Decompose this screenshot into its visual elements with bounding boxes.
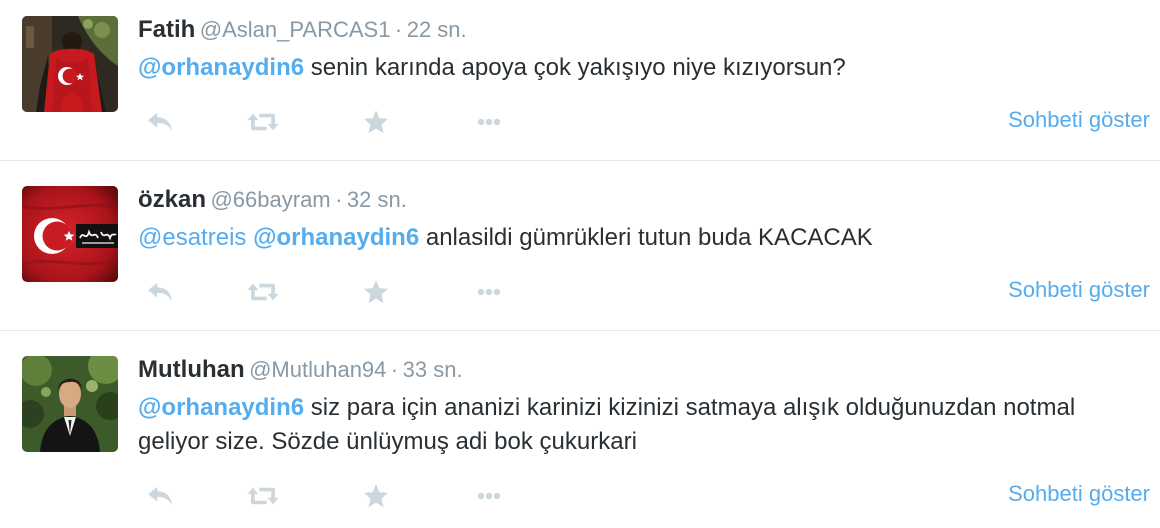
retweet-icon[interactable] <box>244 107 282 137</box>
more-icon-glyph <box>477 492 501 500</box>
retweet-icon-glyph <box>247 283 279 301</box>
more-icon-glyph <box>477 288 501 296</box>
timestamp[interactable]: 32 sn. <box>347 187 407 212</box>
user-fullname[interactable]: Fatih <box>138 16 195 43</box>
more-icon[interactable] <box>474 277 504 307</box>
user-handle[interactable]: @66bayram <box>210 187 330 212</box>
reply-icon-glyph <box>148 282 172 302</box>
show-conversation-link[interactable]: Sohbeti göster <box>1008 481 1150 507</box>
separator: · <box>394 17 403 42</box>
timestamp[interactable]: 22 sn. <box>407 17 467 42</box>
tweet-actions: Sohbeti göster <box>138 107 1150 137</box>
favorite-icon[interactable] <box>361 277 391 307</box>
tweet-body: anlasildi gümrükleri tutun buda KACACAK <box>425 224 873 251</box>
reply-icon[interactable] <box>145 277 175 307</box>
star-icon-glyph <box>364 280 388 304</box>
more-icon[interactable] <box>474 481 504 511</box>
more-icon-glyph <box>477 118 501 126</box>
mention-link[interactable]: @esatreis <box>138 224 246 251</box>
favorite-icon[interactable] <box>361 107 391 137</box>
star-icon-glyph <box>364 484 388 508</box>
more-icon[interactable] <box>474 107 504 137</box>
show-conversation-link[interactable]: Sohbeti göster <box>1008 107 1150 133</box>
mention-link[interactable]: @orhanaydin6 <box>138 394 304 421</box>
mention-link[interactable]: @orhanaydin6 <box>138 54 304 81</box>
user-fullname[interactable]: Mutluhan <box>138 356 245 383</box>
tweet-header: Fatih @Aslan_PARCAS1 · 22 sn. <box>138 14 1150 46</box>
tweet-divider <box>0 160 1160 161</box>
avatar[interactable] <box>22 186 118 282</box>
tweet-text: @orhanaydin6 senin karında apoya çok yak… <box>138 51 1150 85</box>
retweet-icon[interactable] <box>244 277 282 307</box>
avatar-photo <box>22 186 118 282</box>
show-conversation-link[interactable]: Sohbeti göster <box>1008 277 1150 303</box>
retweet-icon-glyph <box>247 113 279 131</box>
favorite-icon[interactable] <box>361 481 391 511</box>
tweet-header: özkan @66bayram · 32 sn. <box>138 184 1150 216</box>
user-handle[interactable]: @Mutluhan94 <box>249 357 386 382</box>
avatar[interactable] <box>22 16 118 112</box>
tweet-text: @orhanaydin6 siz para için ananizi karin… <box>138 391 1150 459</box>
reply-icon-glyph <box>148 112 172 132</box>
avatar-photo <box>22 16 118 112</box>
retweet-icon-glyph <box>247 487 279 505</box>
timestamp[interactable]: 33 sn. <box>403 357 463 382</box>
separator: · <box>335 187 343 212</box>
tweet-divider <box>0 330 1160 331</box>
mention-link[interactable]: @orhanaydin6 <box>253 224 419 251</box>
avatar[interactable] <box>22 356 118 452</box>
user-handle[interactable]: @Aslan_PARCAS1 <box>200 17 391 42</box>
reply-icon-glyph <box>148 486 172 506</box>
tweet-actions: Sohbeti göster <box>138 277 1150 307</box>
separator: · <box>390 357 399 382</box>
reply-icon[interactable] <box>145 107 175 137</box>
user-fullname[interactable]: özkan <box>138 186 206 213</box>
avatar-photo <box>22 356 118 452</box>
tweet-text: @esatreis @orhanaydin6 anlasildi gümrükl… <box>138 221 1150 255</box>
reply-icon[interactable] <box>145 481 175 511</box>
tweet-header: Mutluhan @Mutluhan94 · 33 sn. <box>138 354 1150 386</box>
tweet-actions: Sohbeti göster <box>138 481 1150 511</box>
tweet-body: senin karında apoya çok yakışıyo niye kı… <box>310 54 846 81</box>
retweet-icon[interactable] <box>244 481 282 511</box>
star-icon-glyph <box>364 110 388 134</box>
